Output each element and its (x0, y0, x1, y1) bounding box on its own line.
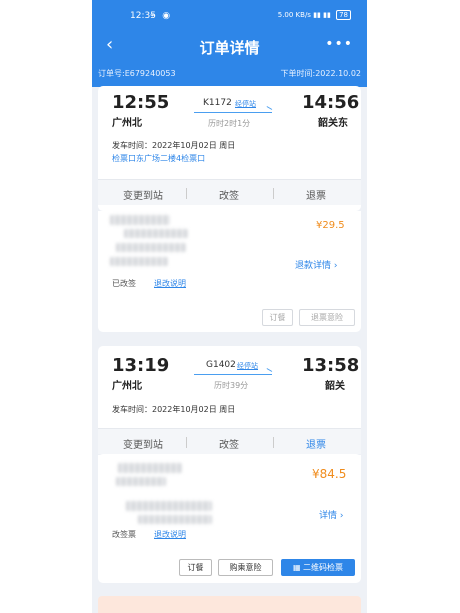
trip1-passenger-card: ¥29.5 退款详情 › 已改签 退改说明 订餐 退票意险 (98, 211, 361, 332)
signal-battery-icons: 5.00 KB/s ▮▮ ▮▮ 78 (277, 10, 351, 20)
trip1-ticket-status: 已改签 (112, 279, 136, 288)
divider (273, 188, 274, 199)
trip1-train-number: K1172 (203, 98, 232, 108)
trip1-arrive-time: 14:56 (302, 92, 360, 113)
trip2-actions-bar: 变更到站 改签 退票 (98, 428, 361, 454)
trip2-ticket-status: 改签票 (112, 530, 136, 539)
trip2-arrow-icon (194, 374, 272, 375)
trip1-depart-time: 12:55 (112, 92, 170, 113)
more-options-button[interactable]: ••• (325, 36, 353, 52)
redacted-seat-info (126, 501, 212, 511)
trip1-reschedule-button[interactable]: 改签 (189, 187, 269, 202)
trip1-actions-bar: 变更到站 改签 退票 (98, 179, 361, 205)
redacted-passenger-info (124, 229, 188, 238)
battery-icon: 78 (336, 10, 351, 20)
trip1-refund-details-link[interactable]: 退款详情 › (295, 258, 337, 271)
trip2-qr-checkin-label: 二维码检票 (303, 563, 344, 572)
trip1-depart-date: 发车时间：2022年10月02日 周日 (112, 141, 236, 150)
signal-icon: ▮▮ ▮▮ (313, 11, 331, 19)
phone-screen: 12:35 ⌁ ◉ 5.00 KB/s ▮▮ ▮▮ 78 ‹ 订单详情 ••• … (92, 0, 367, 613)
trip1-depart-station: 广州北 (112, 118, 142, 129)
trip2-train-number: G1402 (206, 360, 236, 370)
trip2-duration: 历时39分 (214, 381, 249, 390)
trip2-depart-date: 发车时间：2022年10月02日 周日 (112, 405, 236, 414)
divider (186, 188, 187, 199)
order-number: 订单号:E679240053 (98, 69, 176, 78)
trip1-arrow-icon (194, 112, 272, 113)
notification-icons: ⌁ ◉ (150, 11, 173, 21)
trip1-price: ¥29.5 (316, 220, 345, 231)
redacted-seat-info (116, 243, 186, 252)
trip2-reschedule-button[interactable]: 改签 (189, 436, 269, 451)
trip1-meal-button[interactable]: 订餐 (262, 309, 293, 326)
redacted-passenger-name (110, 215, 170, 225)
trip1-stops-link[interactable]: 经停站 (235, 99, 256, 109)
trip1-refund-button[interactable]: 退票 (276, 187, 356, 202)
trip1-card: 12:55 广州北 K1172 经停站 历时2时1分 14:56 韶关东 发车时… (98, 86, 361, 211)
divider (273, 437, 274, 448)
redacted-passenger-info (116, 477, 166, 486)
trip2-stops-link[interactable]: 经停站 (237, 361, 258, 371)
trip1-insurance-button[interactable]: 退票意险 (299, 309, 355, 326)
trip1-gate: 检票口东广场二楼4检票口 (112, 154, 206, 163)
trip2-refund-button[interactable]: 退票 (276, 436, 356, 451)
trip2-policy-link[interactable]: 退改说明 (154, 529, 186, 540)
trip1-change-station-button[interactable]: 变更到站 (103, 187, 183, 202)
redacted-id-info (138, 515, 212, 524)
trip1-arrive-station: 韶关东 (318, 118, 348, 129)
trip1-duration: 历时2时1分 (208, 119, 251, 128)
trip2-qr-checkin-button[interactable]: ▦ 二维码检票 (281, 559, 355, 576)
qr-code-icon: ▦ (292, 563, 304, 572)
network-speed: 5.00 KB/s (277, 11, 311, 19)
status-bar: 12:35 ⌁ ◉ 5.00 KB/s ▮▮ ▮▮ 78 (92, 10, 367, 25)
trip2-details-link[interactable]: 详情 › (319, 508, 343, 521)
trip2-arrive-time: 13:58 (302, 355, 360, 376)
trip2-change-station-button[interactable]: 变更到站 (103, 436, 183, 451)
redacted-passenger-name (118, 463, 182, 473)
order-time: 下单时间:2022.10.02 (280, 69, 362, 78)
trip2-insurance-button[interactable]: 购乘意险 (218, 559, 273, 576)
trip2-price: ¥84.5 (312, 467, 347, 481)
app-header: 12:35 ⌁ ◉ 5.00 KB/s ▮▮ ▮▮ 78 ‹ 订单详情 ••• … (92, 0, 367, 87)
trip2-passenger-card: ¥84.5 详情 › 改签票 退改说明 订餐 购乘意险 ▦ 二维码检票 (98, 455, 361, 583)
trip2-arrive-station: 韶关 (325, 381, 345, 392)
bottom-banner[interactable] (98, 596, 361, 613)
divider (186, 437, 187, 448)
trip1-policy-link[interactable]: 退改说明 (154, 278, 186, 289)
trip2-depart-station: 广州北 (112, 381, 142, 392)
trip2-depart-time: 13:19 (112, 355, 170, 376)
trip2-meal-button[interactable]: 订餐 (179, 559, 212, 576)
trip2-card: 13:19 广州北 G1402 经停站 历时39分 13:58 韶关 发车时间：… (98, 346, 361, 455)
redacted-id-info (110, 257, 168, 266)
